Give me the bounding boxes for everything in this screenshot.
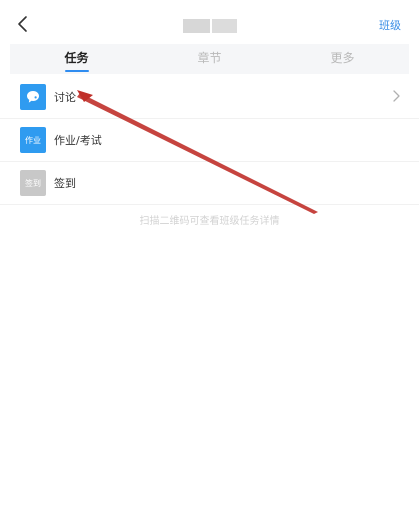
list-item-label: 作业/考试 — [54, 134, 102, 147]
signin-icon: 签到 — [20, 170, 46, 196]
tab-chapters[interactable]: 章节 — [143, 44, 276, 74]
tab-label: 章节 — [197, 51, 222, 65]
list-item-discussion[interactable]: 讨论 — [0, 76, 419, 119]
class-link[interactable]: 班级 — [379, 17, 401, 33]
tab-active-indicator — [64, 70, 89, 72]
list-item-label: 签到 — [54, 177, 76, 190]
tab-more[interactable]: 更多 — [276, 44, 409, 74]
chat-bubble-icon — [20, 84, 46, 110]
list-item-label: 讨论 — [54, 91, 76, 104]
icon-text: 作业 — [25, 135, 41, 145]
chevron-right-icon — [393, 90, 400, 102]
empty-hint-text: 扫描二维码可查看班级任务详情 — [139, 216, 280, 227]
page: 班级 任务 章节 更多 讨论 作业 作业/考试 签到 签到 扫描二维码可查看班级… — [0, 0, 419, 505]
top-bar: 班级 — [0, 0, 419, 44]
tab-label: 更多 — [330, 51, 355, 65]
list-item-homework-exam[interactable]: 作业 作业/考试 — [0, 119, 419, 162]
homework-icon: 作业 — [20, 127, 46, 153]
title-redacted — [212, 19, 237, 33]
title-redacted — [183, 19, 210, 33]
tab-label: 任务 — [64, 51, 89, 65]
list-item-signin[interactable]: 签到 签到 — [0, 162, 419, 205]
back-arrow-icon[interactable] — [14, 12, 32, 36]
tab-bar: 任务 章节 更多 — [10, 44, 409, 74]
tab-tasks[interactable]: 任务 — [10, 44, 143, 74]
icon-text: 签到 — [25, 178, 41, 188]
task-list: 讨论 作业 作业/考试 签到 签到 — [0, 76, 419, 205]
